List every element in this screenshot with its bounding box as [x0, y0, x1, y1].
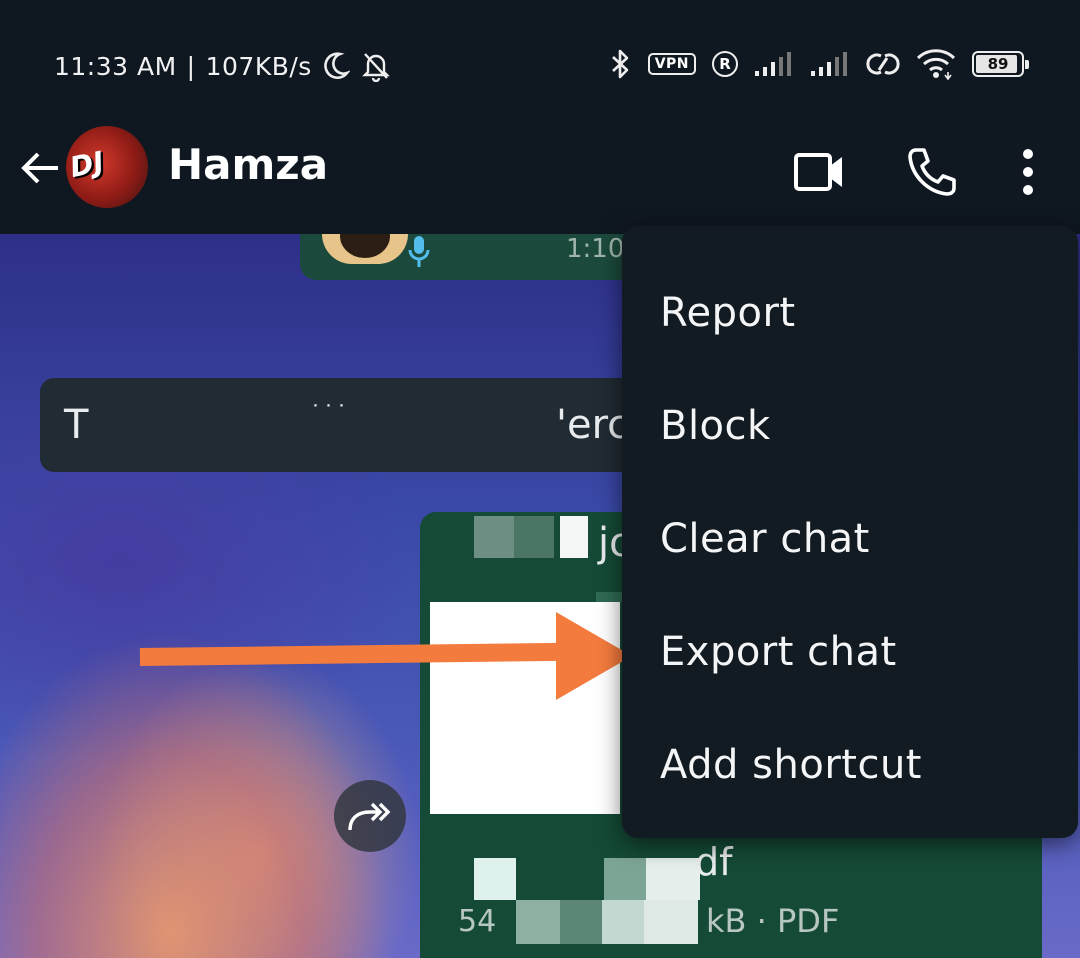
back-arrow-icon[interactable] — [18, 146, 62, 190]
censor-block — [514, 516, 554, 558]
more-vert-icon[interactable] — [1006, 146, 1050, 198]
status-right: VPN R 89 — [610, 48, 1029, 80]
censor-block — [604, 858, 646, 900]
vpn-label: VPN — [654, 56, 689, 72]
moon-icon — [324, 52, 350, 80]
vpn-icon: VPN — [647, 53, 696, 75]
status-left: 11:33 AM | 107KB/s — [54, 50, 392, 82]
censor-block — [602, 900, 644, 944]
signal-icon — [755, 52, 791, 76]
status-separator: | — [186, 51, 196, 81]
pdf-size: 54 — [458, 904, 497, 939]
forward-icon — [348, 802, 391, 831]
video-call-icon[interactable] — [794, 146, 846, 198]
pdf-name: df — [695, 840, 733, 884]
contact-name[interactable]: Hamza — [168, 140, 328, 189]
bell-off-icon — [361, 53, 390, 82]
phone-icon[interactable] — [906, 146, 958, 198]
censor-block — [646, 858, 700, 900]
menu-item-export-chat[interactable]: Export chat — [660, 629, 897, 675]
registered-label: R — [719, 55, 731, 73]
censor-block — [644, 900, 698, 944]
wifi-icon — [916, 49, 956, 80]
battery-icon: 89 — [972, 51, 1029, 77]
annotation-arrow-head — [556, 612, 632, 700]
censor-block — [560, 900, 602, 944]
menu-item-add-shortcut[interactable]: Add shortcut — [660, 742, 922, 788]
incoming-message-text-middle: ˙˙˙ — [310, 402, 349, 427]
overflow-menu: Report Block Clear chat Export chat Add … — [622, 226, 1078, 838]
censor-block — [474, 516, 514, 558]
pdf-meta: kB · PDF — [706, 902, 840, 940]
avatar[interactable]: DJ — [66, 126, 148, 208]
network-speed: 107KB/s — [205, 51, 312, 81]
menu-item-report[interactable]: Report — [660, 290, 796, 336]
menu-item-block[interactable]: Block — [660, 403, 771, 449]
hotspot-icon — [866, 53, 900, 75]
censor-block — [516, 858, 604, 900]
forward-button[interactable] — [334, 780, 406, 852]
censor-block — [560, 516, 588, 558]
incoming-message-text-end: 'erc — [556, 402, 630, 448]
censor-block — [516, 900, 560, 944]
incoming-message-text-start: T — [64, 402, 89, 448]
bluetooth-icon — [611, 49, 628, 79]
censor-block — [474, 858, 516, 900]
voice-message-time: 1:10 — [566, 234, 625, 264]
clock: 11:33 AM — [54, 51, 177, 81]
menu-item-clear-chat[interactable]: Clear chat — [660, 516, 870, 562]
avatar-text: DJ — [66, 144, 107, 185]
registered-icon: R — [712, 51, 738, 77]
censor-block — [596, 592, 622, 602]
mic-icon — [408, 236, 430, 267]
battery-level: 89 — [987, 55, 1009, 73]
signal-icon — [811, 52, 847, 76]
status-bar: 11:33 AM | 107KB/s VPN R 89 — [0, 0, 1080, 130]
